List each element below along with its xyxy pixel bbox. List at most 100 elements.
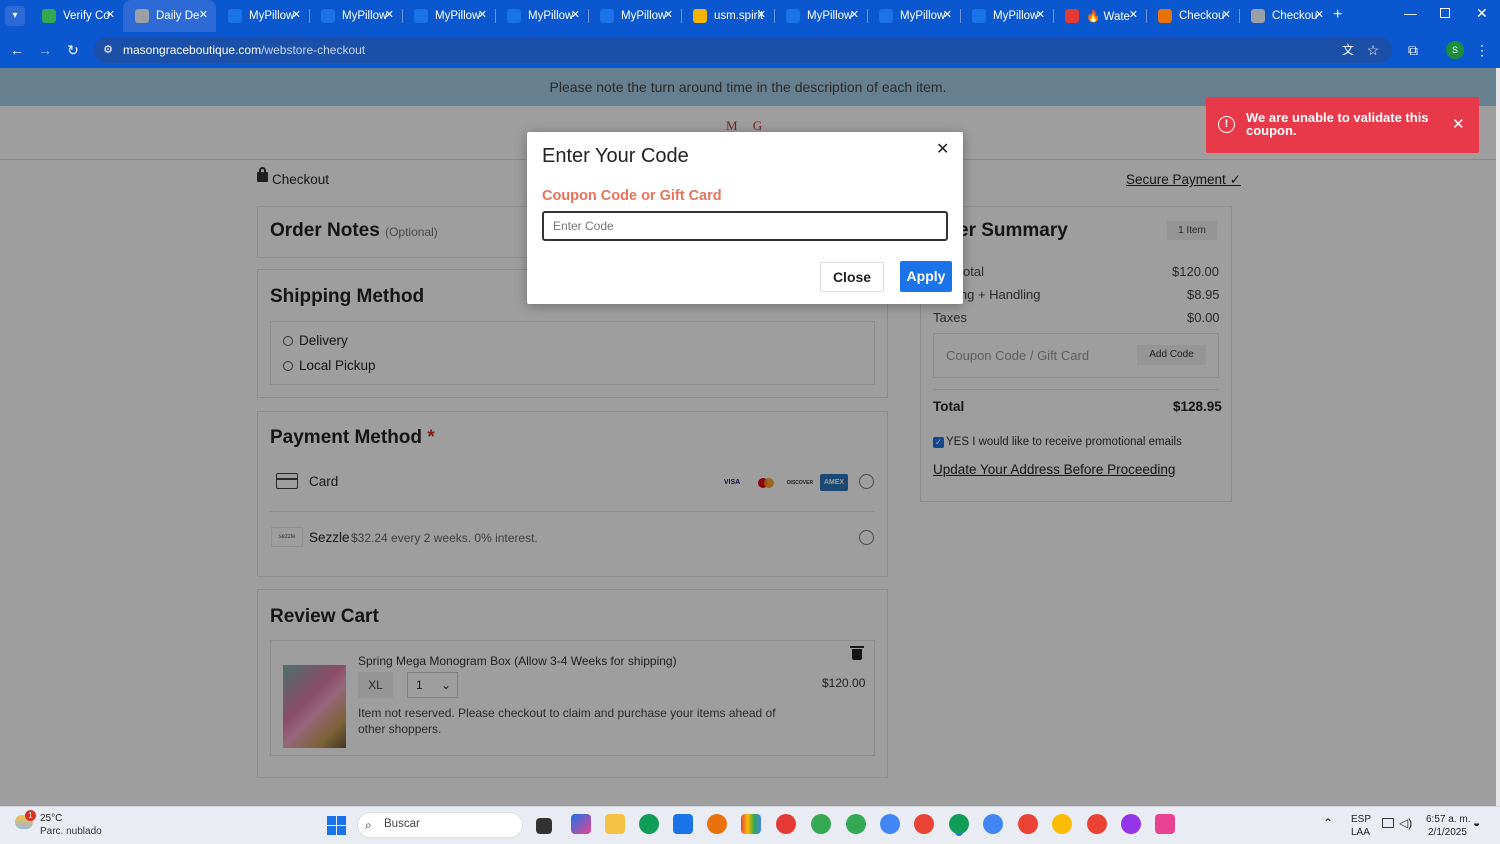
store-icon[interactable] bbox=[673, 814, 693, 834]
chrome-profile-icon[interactable] bbox=[1087, 814, 1107, 834]
tab-search-button[interactable]: ▾ bbox=[5, 6, 25, 26]
browser-tab[interactable]: MyPillow ✕ bbox=[402, 0, 495, 32]
ea-app-icon[interactable] bbox=[776, 814, 796, 834]
tab-separator bbox=[1146, 9, 1147, 23]
browser-tab[interactable]: 🔥 Wate ✕ bbox=[1053, 0, 1146, 32]
utorrent-icon[interactable] bbox=[811, 814, 831, 834]
alert-circle-icon: ! bbox=[1218, 116, 1235, 133]
weather-temp[interactable]: 25°C bbox=[40, 813, 62, 824]
volume-icon[interactable]: ◁) bbox=[1399, 816, 1412, 830]
tab-close-icon[interactable]: ✕ bbox=[106, 8, 115, 21]
mypillow-icon bbox=[228, 9, 242, 23]
error-toast: ! We are unable to validate this coupon.… bbox=[1206, 97, 1479, 153]
edge-icon[interactable] bbox=[639, 814, 659, 834]
tab-close-icon[interactable]: ✕ bbox=[385, 8, 394, 21]
close-button[interactable]: Close bbox=[820, 262, 884, 292]
site-info-icon[interactable]: ⚙ bbox=[95, 37, 121, 63]
tab-close-icon[interactable]: ✕ bbox=[1222, 8, 1231, 21]
tab-close-icon[interactable]: ✕ bbox=[850, 8, 859, 21]
chrome-profile-icon[interactable] bbox=[1018, 814, 1038, 834]
menu-kebab-icon[interactable]: ⋮ bbox=[1469, 37, 1495, 63]
back-arrow-icon[interactable]: ← bbox=[4, 37, 30, 63]
url-path: /webstore-checkout bbox=[261, 43, 366, 57]
bookmark-star-icon[interactable]: ☆ bbox=[1360, 37, 1386, 63]
copilot-icon[interactable] bbox=[571, 814, 591, 834]
url-text[interactable]: masongraceboutique.com/webstore-checkout bbox=[123, 43, 365, 57]
browser-tab[interactable]: usm.spirit ✕ bbox=[681, 0, 774, 32]
tab-close-icon[interactable]: ✕ bbox=[1315, 8, 1324, 21]
tab-separator bbox=[960, 9, 961, 23]
page-scrollbar[interactable] bbox=[1496, 68, 1500, 806]
globe-icon bbox=[135, 9, 149, 23]
restore-button[interactable] bbox=[1440, 8, 1450, 18]
mypillow-icon bbox=[972, 9, 986, 23]
clock-time[interactable]: 6:57 a. m. bbox=[1426, 814, 1470, 825]
tab-separator bbox=[867, 9, 868, 23]
tab-close-icon[interactable]: ✕ bbox=[664, 8, 673, 21]
taskbar-search-text: Buscar bbox=[384, 818, 420, 830]
chrome-profile-icon[interactable] bbox=[1121, 814, 1141, 834]
windows-start-icon[interactable] bbox=[327, 816, 346, 835]
tab-separator bbox=[495, 9, 496, 23]
tab-separator bbox=[681, 9, 682, 23]
forward-arrow-icon[interactable]: → bbox=[32, 37, 58, 63]
weather-desc: Parc. nublado bbox=[40, 826, 102, 837]
minimize-button[interactable]: — bbox=[1404, 6, 1417, 21]
tab-close-icon[interactable]: ✕ bbox=[292, 8, 301, 21]
browser-tab[interactable]: Daily De ✕ bbox=[123, 0, 216, 32]
mypillow-icon bbox=[321, 9, 335, 23]
browser-tab[interactable]: MyPillow ✕ bbox=[960, 0, 1053, 32]
chrome-profile-icon[interactable] bbox=[880, 814, 900, 834]
enter-code-modal: Enter Your Code ✕ Coupon Code or Gift Ca… bbox=[527, 132, 963, 304]
mypillow-icon bbox=[600, 9, 614, 23]
extensions-icon[interactable]: ⧉ bbox=[1400, 37, 1426, 63]
browser-tab[interactable]: Verify Co ✕ bbox=[30, 0, 123, 32]
browser-tab[interactable]: Checkou ✕ bbox=[1146, 0, 1239, 32]
toast-close-icon[interactable]: ✕ bbox=[1452, 115, 1465, 133]
browser-tab[interactable]: MyPillow ✕ bbox=[588, 0, 681, 32]
translate-icon[interactable]: 文 bbox=[1335, 37, 1361, 63]
browser-tab[interactable]: MyPillow ✕ bbox=[216, 0, 309, 32]
mypillow-icon bbox=[414, 9, 428, 23]
chrome-profile-icon[interactable] bbox=[983, 814, 1003, 834]
tab-close-icon[interactable]: ✕ bbox=[943, 8, 952, 21]
modal-title: Enter Your Code bbox=[542, 145, 689, 167]
tab-close-icon[interactable]: ✕ bbox=[757, 8, 766, 21]
notification-bell-icon[interactable]: ◒ bbox=[1473, 816, 1480, 830]
chevron-up-icon[interactable]: ⌃ bbox=[1323, 816, 1333, 830]
file-explorer-icon[interactable] bbox=[605, 814, 625, 834]
profile-avatar[interactable]: S bbox=[1446, 41, 1464, 59]
app-robot-icon[interactable] bbox=[1155, 814, 1175, 834]
close-icon[interactable]: ✕ bbox=[936, 139, 949, 159]
reload-icon[interactable]: ↻ bbox=[60, 37, 86, 63]
task-view-icon[interactable] bbox=[536, 818, 552, 834]
browser-tab[interactable]: MyPillow ✕ bbox=[774, 0, 867, 32]
coupon-field-label: Coupon Code or Gift Card bbox=[542, 188, 722, 204]
tab-close-icon[interactable]: ✕ bbox=[1036, 8, 1045, 21]
browser-tab[interactable]: MyPillow ✕ bbox=[867, 0, 960, 32]
browser-tab[interactable]: Checkou ✕ bbox=[1239, 0, 1332, 32]
code-input[interactable] bbox=[542, 211, 948, 241]
apply-button[interactable]: Apply bbox=[900, 261, 952, 292]
chrome-profile-icon[interactable] bbox=[949, 814, 969, 834]
photos-icon[interactable] bbox=[741, 814, 761, 834]
sun-icon bbox=[1158, 9, 1172, 23]
firefox-icon[interactable] bbox=[707, 814, 727, 834]
tab-close-icon[interactable]: ✕ bbox=[571, 8, 580, 21]
tab-close-icon[interactable]: ✕ bbox=[478, 8, 487, 21]
browser-tab[interactable]: MyPillow ✕ bbox=[495, 0, 588, 32]
language-top[interactable]: ESP bbox=[1351, 814, 1371, 825]
taskbar-search[interactable] bbox=[357, 812, 523, 838]
chrome-profile-icon[interactable] bbox=[914, 814, 934, 834]
globe-icon bbox=[1251, 9, 1265, 23]
chrome-profile-icon[interactable] bbox=[1052, 814, 1072, 834]
clock-date: 2/1/2025 bbox=[1428, 827, 1467, 838]
network-icon[interactable] bbox=[1382, 818, 1394, 828]
close-window-button[interactable]: ✕ bbox=[1476, 5, 1488, 22]
tab-close-icon[interactable]: ✕ bbox=[1129, 8, 1138, 21]
toast-message: We are unable to validate this coupon. bbox=[1246, 110, 1429, 138]
chrome-profile-icon[interactable] bbox=[846, 814, 866, 834]
tab-close-icon[interactable]: ✕ bbox=[199, 8, 208, 21]
new-tab-button[interactable]: + bbox=[1333, 6, 1342, 24]
browser-tab[interactable]: MyPillow ✕ bbox=[309, 0, 402, 32]
